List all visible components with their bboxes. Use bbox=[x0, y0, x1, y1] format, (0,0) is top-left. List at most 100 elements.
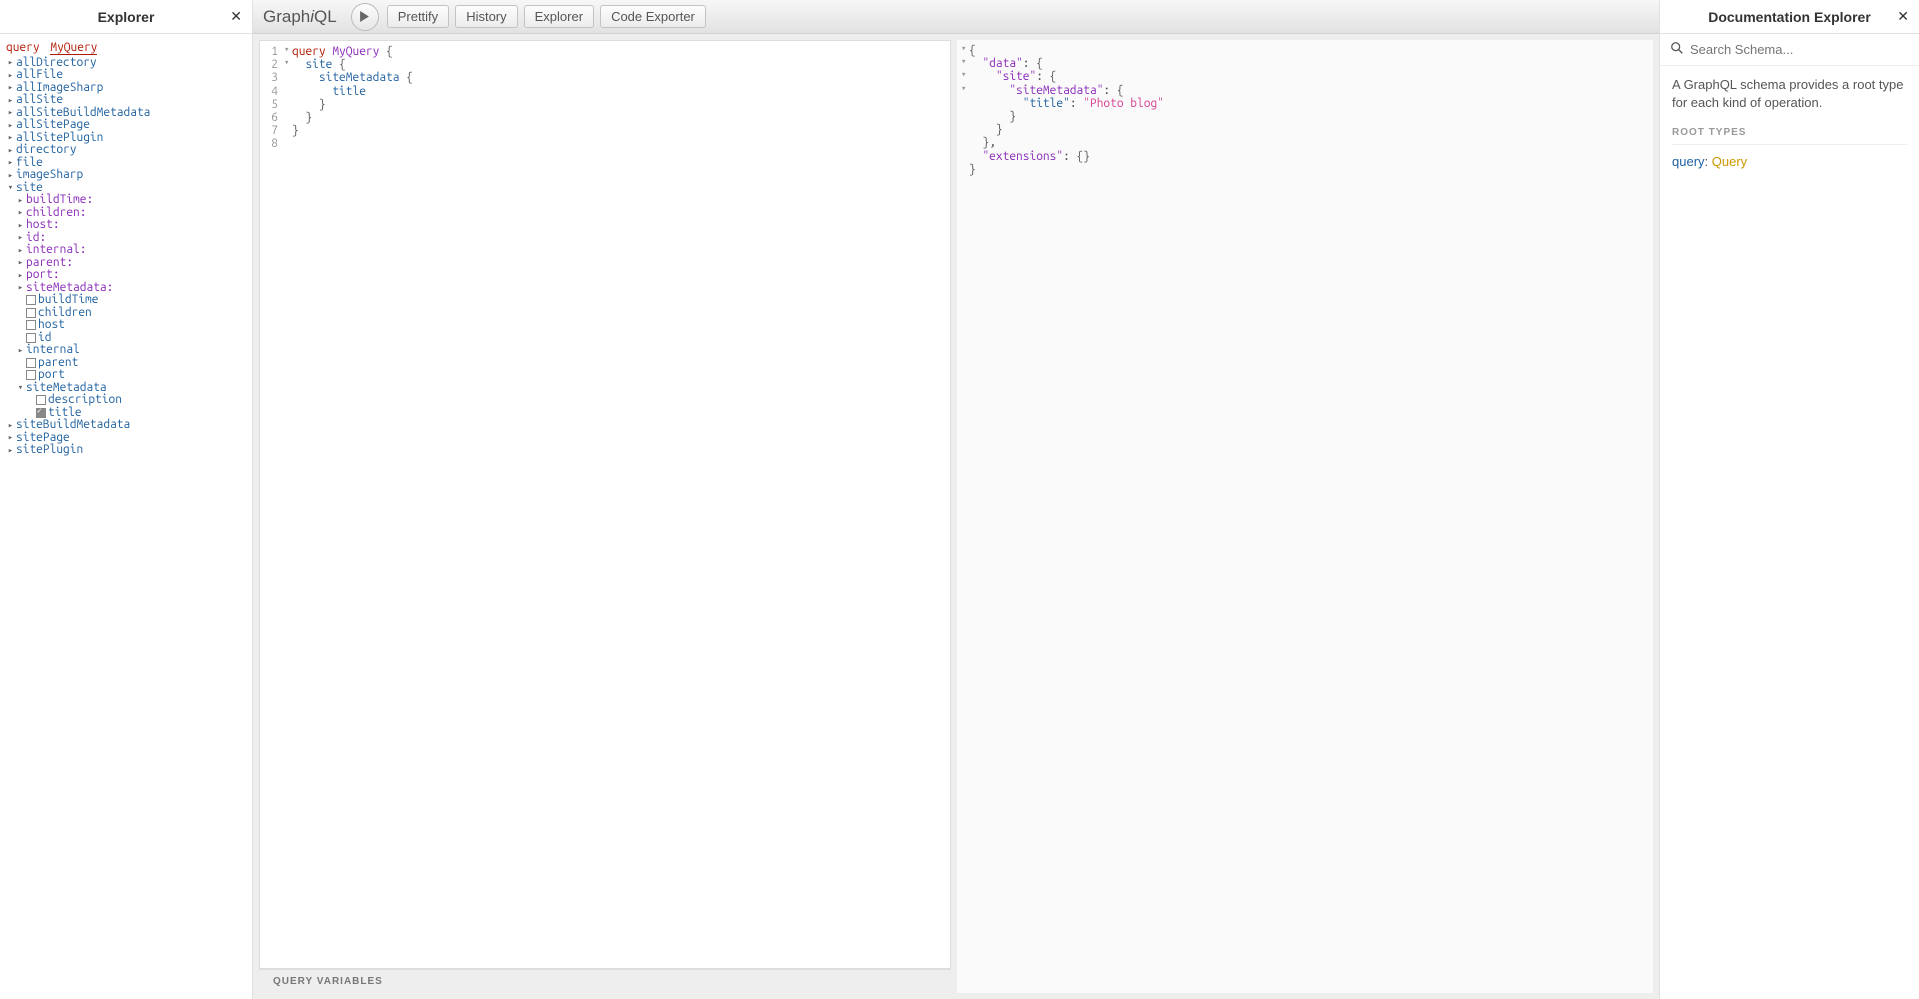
chevron-right-icon[interactable]: ▸ bbox=[6, 108, 15, 117]
tree-node-port[interactable]: ▸port: bbox=[6, 269, 246, 282]
code-line[interactable]: 3 siteMetadata { bbox=[260, 71, 950, 84]
code-line[interactable]: 6 } bbox=[260, 111, 950, 124]
code-line[interactable]: }, bbox=[961, 136, 1653, 149]
tree-node-allFile[interactable]: ▸allFile bbox=[6, 69, 246, 82]
tree-node-sitePlugin[interactable]: ▸sitePlugin bbox=[6, 444, 246, 457]
play-button[interactable] bbox=[351, 3, 379, 31]
tree-node-host[interactable]: ▸host: bbox=[6, 219, 246, 232]
tree-node-port[interactable]: port bbox=[6, 369, 246, 382]
chevron-right-icon[interactable]: ▸ bbox=[6, 158, 15, 167]
chevron-right-icon[interactable]: ▸ bbox=[16, 246, 25, 255]
tree-node-siteMetadata[interactable]: ▾siteMetadata bbox=[6, 382, 246, 395]
chevron-right-icon[interactable]: ▸ bbox=[6, 121, 15, 130]
code-line[interactable]: 2▾ site { bbox=[260, 58, 950, 71]
chevron-right-icon[interactable]: ▸ bbox=[16, 283, 25, 292]
tree-node-host[interactable]: host bbox=[6, 319, 246, 332]
tree-label: port bbox=[38, 369, 65, 382]
chevron-right-icon[interactable]: ▸ bbox=[6, 171, 15, 180]
code-line[interactable]: ▾ "site": { bbox=[961, 70, 1653, 83]
code-line[interactable]: "title": "Photo blog" bbox=[961, 97, 1653, 110]
code-content: site { bbox=[292, 58, 346, 71]
search-input[interactable] bbox=[1690, 38, 1909, 61]
chevron-right-icon[interactable]: ▸ bbox=[16, 233, 25, 242]
code-line[interactable]: } bbox=[961, 163, 1653, 176]
root-type-link[interactable]: Query bbox=[1712, 154, 1747, 169]
fold-icon bbox=[284, 137, 292, 150]
fold-icon[interactable]: ▾ bbox=[284, 58, 292, 71]
chevron-right-icon[interactable]: ▸ bbox=[6, 71, 15, 80]
docs-title: Documentation Explorer bbox=[1708, 9, 1871, 25]
code-line[interactable]: 7} bbox=[260, 124, 950, 137]
chevron-right-icon[interactable]: ▸ bbox=[16, 271, 25, 280]
code-line[interactable]: "extensions": {} bbox=[961, 150, 1653, 163]
tree-node-internal[interactable]: ▸internal bbox=[6, 344, 246, 357]
query-variables-bar[interactable]: QUERY VARIABLES bbox=[259, 969, 951, 993]
code-line[interactable]: ▾ "data": { bbox=[961, 57, 1653, 70]
chevron-right-icon[interactable]: ▸ bbox=[6, 58, 15, 67]
code-line[interactable]: 1▾query MyQuery { bbox=[260, 45, 950, 58]
tree-node-buildTime[interactable]: ▸buildTime: bbox=[6, 194, 246, 207]
checkbox-id[interactable] bbox=[26, 333, 36, 343]
explorer-query-line[interactable]: query MyQuery bbox=[6, 42, 246, 55]
checkbox-buildTime[interactable] bbox=[26, 295, 36, 305]
chevron-right-icon[interactable]: ▸ bbox=[16, 196, 25, 205]
tree-label: internal bbox=[26, 344, 80, 357]
tree-node-directory[interactable]: ▸directory bbox=[6, 144, 246, 157]
chevron-right-icon[interactable]: ▸ bbox=[6, 446, 15, 455]
code-line[interactable]: ▾{ bbox=[961, 44, 1653, 57]
code-content: "siteMetadata": { bbox=[969, 84, 1124, 97]
checkbox-parent[interactable] bbox=[26, 358, 36, 368]
checkbox-title[interactable] bbox=[36, 408, 46, 418]
chevron-right-icon[interactable]: ▸ bbox=[16, 346, 25, 355]
tree-label: buildTime bbox=[38, 294, 98, 307]
chevron-right-icon[interactable]: ▸ bbox=[6, 83, 15, 92]
result-pane[interactable]: ▾{▾ "data": {▾ "site": {▾ "siteMetadata"… bbox=[957, 40, 1653, 993]
explorer-tree[interactable]: query MyQuery ▸allDirectory▸allFile▸allI… bbox=[0, 34, 252, 999]
docs-header: Documentation Explorer ✕ bbox=[1660, 0, 1919, 34]
tree-node-description[interactable]: description bbox=[6, 394, 246, 407]
close-icon[interactable]: ✕ bbox=[230, 8, 242, 25]
code-exporter-button[interactable]: Code Exporter bbox=[600, 5, 706, 28]
code-line[interactable]: } bbox=[961, 110, 1653, 123]
prettify-button[interactable]: Prettify bbox=[387, 5, 449, 28]
tree-node-imageSharp[interactable]: ▸imageSharp bbox=[6, 169, 246, 182]
chevron-right-icon[interactable]: ▸ bbox=[6, 133, 15, 142]
explorer-button[interactable]: Explorer bbox=[524, 5, 594, 28]
chevron-right-icon[interactable]: ▸ bbox=[6, 96, 15, 105]
fold-icon bbox=[961, 163, 969, 176]
code-line[interactable]: 5 } bbox=[260, 98, 950, 111]
code-line[interactable]: 4 title bbox=[260, 85, 950, 98]
history-button[interactable]: History bbox=[455, 5, 517, 28]
chevron-right-icon[interactable]: ▸ bbox=[6, 433, 15, 442]
tree-node-internal[interactable]: ▸internal: bbox=[6, 244, 246, 257]
checkbox-port[interactable] bbox=[26, 370, 36, 380]
tree-node-allSite[interactable]: ▸allSite bbox=[6, 94, 246, 107]
code-content: } bbox=[292, 111, 312, 124]
chevron-down-icon[interactable]: ▾ bbox=[16, 383, 25, 392]
tree-node-buildTime[interactable]: buildTime bbox=[6, 294, 246, 307]
query-name[interactable]: MyQuery bbox=[50, 41, 97, 55]
chevron-down-icon[interactable]: ▾ bbox=[6, 183, 15, 192]
fold-icon[interactable]: ▾ bbox=[961, 84, 969, 97]
fold-icon[interactable]: ▾ bbox=[961, 70, 969, 83]
code-line[interactable]: } bbox=[961, 123, 1653, 136]
checkbox-description[interactable] bbox=[36, 395, 46, 405]
tree-node-allSitePage[interactable]: ▸allSitePage bbox=[6, 119, 246, 132]
chevron-right-icon[interactable]: ▸ bbox=[16, 221, 25, 230]
search-icon bbox=[1670, 41, 1684, 58]
root-type-query[interactable]: query: Query bbox=[1672, 153, 1907, 171]
code-line[interactable]: 8 bbox=[260, 137, 950, 150]
fold-icon bbox=[961, 97, 969, 110]
code-line[interactable]: ▾ "siteMetadata": { bbox=[961, 84, 1653, 97]
tree-label: allSitePage bbox=[16, 119, 90, 132]
chevron-right-icon[interactable]: ▸ bbox=[16, 258, 25, 267]
chevron-right-icon[interactable]: ▸ bbox=[6, 146, 15, 155]
query-editor[interactable]: 1▾query MyQuery {2▾ site {3 siteMetadata… bbox=[259, 40, 951, 969]
close-icon[interactable]: ✕ bbox=[1897, 8, 1909, 25]
checkbox-host[interactable] bbox=[26, 320, 36, 330]
checkbox-children[interactable] bbox=[26, 308, 36, 318]
docs-search[interactable] bbox=[1660, 34, 1919, 66]
chevron-right-icon[interactable]: ▸ bbox=[6, 421, 15, 430]
chevron-right-icon[interactable]: ▸ bbox=[16, 208, 25, 217]
tree-node-siteBuildMetadata[interactable]: ▸siteBuildMetadata bbox=[6, 419, 246, 432]
